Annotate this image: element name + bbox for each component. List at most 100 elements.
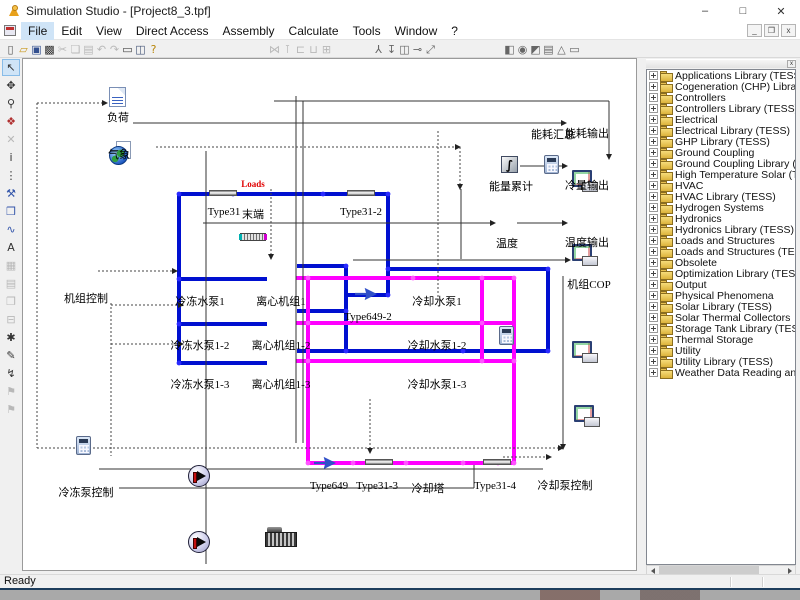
help-icon[interactable]: ?	[147, 42, 160, 57]
component-chw-pump-1-2[interactable]	[188, 531, 210, 553]
expand-icon[interactable]	[649, 148, 658, 157]
grid-a-icon[interactable]: ▦	[2, 257, 20, 274]
component-energy-sum[interactable]	[544, 155, 559, 174]
tree-item-electrical[interactable]: Electrical	[649, 114, 795, 125]
expand-icon[interactable]	[649, 203, 658, 212]
direct-access-icon[interactable]: ❖	[2, 113, 20, 130]
tree-item-loads-and-structures-tess[interactable]: Loads and Structures (TESS)	[649, 246, 795, 257]
up-icon[interactable]: △	[555, 42, 568, 57]
expand-icon[interactable]	[649, 126, 658, 135]
menu-file[interactable]: File	[21, 22, 54, 40]
tree-item-thermal-storage[interactable]: Thermal Storage	[649, 334, 795, 345]
table-icon[interactable]: ◫	[398, 42, 411, 57]
menu-calculate[interactable]: Calculate	[282, 22, 346, 40]
expand-icon[interactable]	[649, 302, 658, 311]
layers-icon[interactable]: ❐	[2, 293, 20, 310]
component-terminal-unit[interactable]	[240, 233, 266, 241]
tree-item-output[interactable]: Output	[649, 279, 795, 290]
expand-icon[interactable]	[649, 214, 658, 223]
mdi-restore-button[interactable]: ❐	[764, 24, 779, 37]
component-pipe-type31-4[interactable]	[483, 459, 511, 465]
tree-item-hvac-library-tess[interactable]: HVAC Library (TESS)	[649, 191, 795, 202]
expand-icon[interactable]	[649, 82, 658, 91]
component-pipe-type31-2[interactable]	[347, 190, 375, 196]
menu-tools[interactable]: Tools	[346, 22, 388, 40]
expand-icon[interactable]	[649, 71, 658, 80]
print-preview-icon[interactable]: ◫	[134, 42, 147, 57]
tree-item-utility[interactable]: Utility	[649, 345, 795, 356]
component-unit-control[interactable]	[76, 436, 91, 455]
tree-item-weather-data-reading-and-process[interactable]: Weather Data Reading and Process	[649, 367, 795, 378]
text-icon[interactable]: A	[2, 239, 20, 256]
component-temperature-output[interactable]	[572, 341, 598, 363]
probe-icon[interactable]: ⊸	[411, 42, 424, 57]
tree-item-optimization-library-tess[interactable]: Optimization Library (TESS)	[649, 268, 795, 279]
expand-icon[interactable]	[649, 181, 658, 190]
list-icon[interactable]: ▤	[542, 42, 555, 57]
tree-item-solar-thermal-collectors[interactable]: Solar Thermal Collectors	[649, 312, 795, 323]
grid-icon[interactable]: ⊞	[320, 42, 333, 57]
pen-icon[interactable]: ✎	[2, 347, 20, 364]
grid-b-icon[interactable]: ▤	[2, 275, 20, 292]
component-pipe-type31[interactable]	[209, 190, 237, 196]
expand-icon[interactable]	[649, 247, 658, 256]
component-pipe-type31-3[interactable]	[365, 459, 393, 465]
tree-item-physical-phenomena[interactable]: Physical Phenomena	[649, 290, 795, 301]
panel-grip[interactable]: x	[646, 59, 796, 68]
align-horizontal-icon[interactable]: ⋈	[268, 42, 281, 57]
expand-icon[interactable]	[649, 313, 658, 322]
tree-item-hydrogen-systems[interactable]: Hydrogen Systems	[649, 202, 795, 213]
panel-icon[interactable]: ▭	[568, 42, 581, 57]
menu-edit[interactable]: Edit	[54, 22, 89, 40]
tree-item-controllers[interactable]: Controllers	[649, 92, 795, 103]
menu-view[interactable]: View	[89, 22, 129, 40]
print-icon[interactable]: ▭	[121, 42, 134, 57]
project-canvas[interactable]: 负荷气象Type31末端LoadsType31-2能耗汇总能耗输出能量累计冷量输…	[22, 58, 637, 571]
zoom-icon[interactable]: ⚲	[2, 95, 20, 112]
expand-icon[interactable]	[649, 357, 658, 366]
minimize-button[interactable]: –	[686, 0, 724, 22]
component-energy-accum[interactable]	[501, 156, 518, 173]
menu-assembly[interactable]: Assembly	[216, 22, 282, 40]
mdi-minimize-button[interactable]: _	[747, 24, 762, 37]
expand-icon[interactable]	[649, 93, 658, 102]
expand-icon[interactable]	[649, 170, 658, 179]
same-width-icon[interactable]: ⊏	[294, 42, 307, 57]
link-curve-icon[interactable]: ∿	[2, 221, 20, 238]
tree-item-hvac[interactable]: HVAC	[649, 180, 795, 191]
expand-icon[interactable]	[649, 192, 658, 201]
tree-item-ground-coupling[interactable]: Ground Coupling	[649, 147, 795, 158]
cascade-icon[interactable]: ◧	[503, 42, 516, 57]
component-unit-cop[interactable]	[574, 405, 600, 427]
expand-icon[interactable]	[649, 115, 658, 124]
tree-item-storage-tank-library-tess[interactable]: Storage Tank Library (TESS)	[649, 323, 795, 334]
expand-icon[interactable]	[649, 335, 658, 344]
tree-item-hydronics-library-tess[interactable]: Hydronics Library (TESS)	[649, 224, 795, 235]
expand-icon[interactable]	[649, 159, 658, 168]
tree-item-high-temperature-solar-tess[interactable]: High Temperature Solar (TESS)	[649, 169, 795, 180]
expand-icon[interactable]	[649, 236, 658, 245]
redo-icon[interactable]: ↷	[108, 42, 121, 57]
component-temperature[interactable]	[499, 326, 514, 345]
maximize-button[interactable]: □	[724, 0, 762, 22]
expand-icon[interactable]	[649, 324, 658, 333]
tree-item-controllers-library-tess[interactable]: Controllers Library (TESS)	[649, 103, 795, 114]
undo-icon[interactable]: ↶	[95, 42, 108, 57]
save-all-icon[interactable]: ▩	[43, 42, 56, 57]
save-icon[interactable]: ▣	[30, 42, 43, 57]
flag-a-icon[interactable]: ⚑	[2, 383, 20, 400]
cut-icon[interactable]: ✂	[56, 42, 69, 57]
tree-item-cogeneration-chp-library-tess[interactable]: Cogeneration (CHP) Library (TESS)	[649, 81, 795, 92]
expand-icon[interactable]	[649, 291, 658, 300]
expand-icon[interactable]	[649, 368, 658, 377]
pan-hand-icon[interactable]: ✥	[2, 77, 20, 94]
mdi-close-button[interactable]: x	[781, 24, 796, 37]
tree-item-loads-and-structures[interactable]: Loads and Structures	[649, 235, 795, 246]
expand-icon[interactable]	[649, 346, 658, 355]
wrench-icon[interactable]: ⚒	[2, 185, 20, 202]
expand-icon[interactable]	[649, 269, 658, 278]
component-load-file[interactable]	[109, 87, 126, 107]
tree-item-electrical-library-tess[interactable]: Electrical Library (TESS)	[649, 125, 795, 136]
expand-icon[interactable]	[649, 137, 658, 146]
gear-icon[interactable]: ✱	[2, 329, 20, 346]
